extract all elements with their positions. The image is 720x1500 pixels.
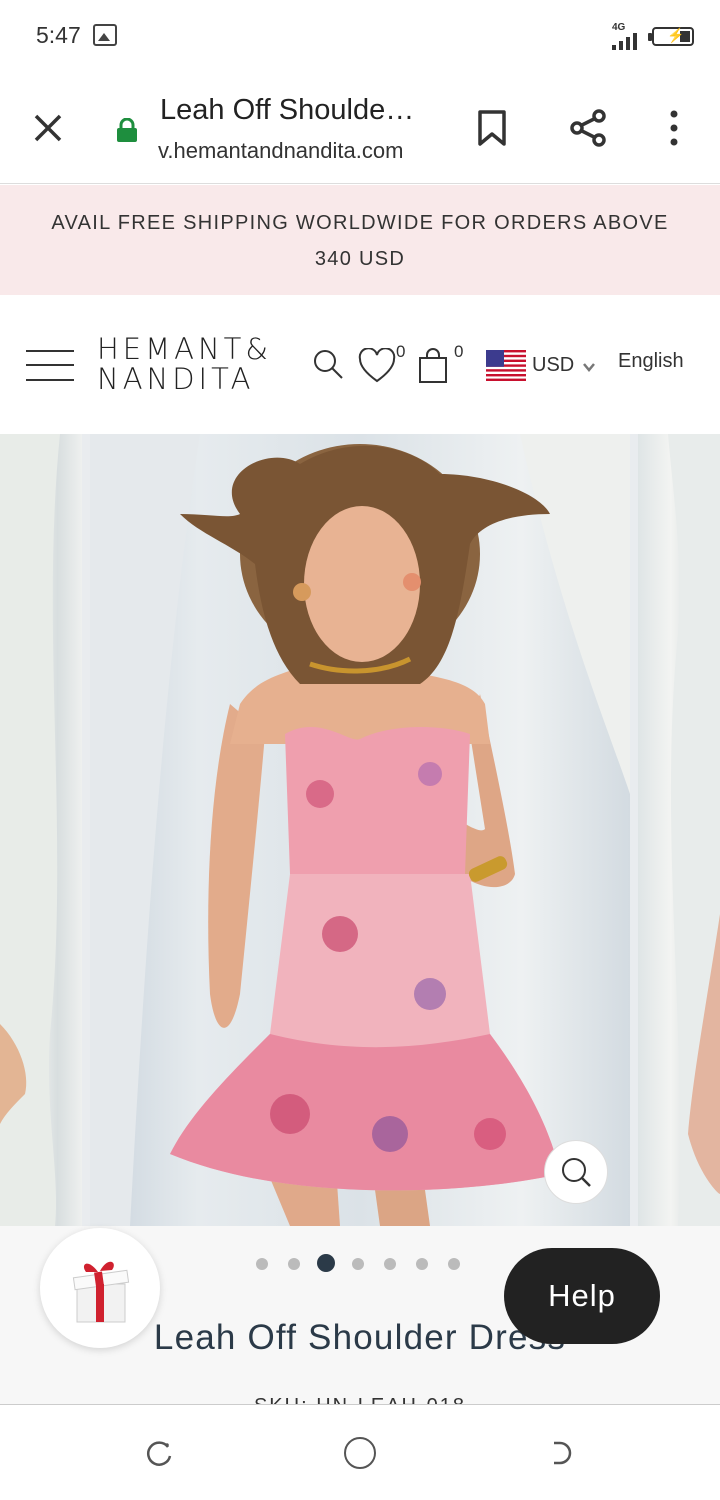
status-time: 5:47 (36, 22, 81, 48)
curtain-image (668, 434, 720, 1226)
logo-line-1: HEMANT& (97, 332, 273, 366)
promo-text: AVAIL FREE SHIPPING WORLDWIDE FOR ORDERS… (51, 212, 669, 270)
recent-apps-icon[interactable] (146, 1439, 174, 1467)
overflow-menu-icon[interactable] (662, 108, 686, 148)
carousel-dot[interactable] (384, 1258, 396, 1270)
signal-icon: 4G (612, 22, 637, 50)
cart-count: 0 (454, 342, 464, 361)
page-title: Leah Off Shoulde… (160, 94, 415, 126)
gift-button[interactable] (40, 1228, 160, 1348)
carousel-dot[interactable] (317, 1254, 335, 1272)
browser-toolbar: Leah Off Shoulde… v.hemantandnandita.com (0, 72, 720, 184)
carousel-dot[interactable] (288, 1258, 300, 1270)
previous-slide-image[interactable] (0, 434, 82, 1226)
product-main-image[interactable] (90, 434, 630, 1226)
zoom-button[interactable] (544, 1140, 608, 1204)
help-button[interactable]: Help (504, 1248, 660, 1344)
carousel-dot[interactable] (448, 1258, 460, 1270)
search-icon[interactable] (312, 348, 344, 380)
lock-icon (117, 118, 137, 142)
bookmark-icon[interactable] (474, 108, 510, 148)
page-url[interactable]: v.hemantandnandita.com (158, 138, 438, 164)
heart-icon (358, 348, 396, 383)
system-navigation-bar (0, 1404, 720, 1500)
product-sku: SKU: HN-LEAH-018 (0, 1392, 720, 1404)
share-icon[interactable] (568, 108, 608, 148)
shopping-bag-icon (419, 348, 447, 383)
promo-banner: AVAIL FREE SHIPPING WORLDWIDE FOR ORDERS… (0, 185, 720, 295)
model-photo (90, 434, 630, 1226)
back-icon[interactable] (546, 1439, 574, 1467)
wishlist-button[interactable]: 0 (358, 342, 410, 386)
site-logo[interactable]: HEMANT& NANDITA (97, 334, 272, 394)
next-slide-image[interactable] (638, 434, 720, 1226)
carousel-dot[interactable] (256, 1258, 268, 1270)
carousel-dot[interactable] (352, 1258, 364, 1270)
curtain-image (0, 434, 60, 1226)
carousel-dot[interactable] (416, 1258, 428, 1270)
us-flag-icon (486, 350, 526, 381)
close-icon[interactable] (28, 108, 68, 148)
gallery-notification-icon (93, 24, 117, 46)
chevron-down-icon (583, 363, 595, 372)
site-header: HEMANT& NANDITA 0 0 USD English (0, 296, 720, 434)
wishlist-count: 0 (396, 342, 406, 361)
gift-icon (72, 1261, 130, 1323)
hamburger-menu-icon[interactable] (26, 348, 74, 382)
language-selector[interactable]: English (618, 350, 684, 373)
zoom-icon (562, 1158, 591, 1187)
currency-label: USD (532, 354, 575, 376)
network-type-label: 4G (612, 22, 626, 33)
currency-selector[interactable]: USD (486, 350, 602, 382)
cart-button[interactable]: 0 (418, 342, 470, 386)
product-image-carousel[interactable] (0, 434, 720, 1226)
status-bar: 5:47 4G ⚡ (0, 0, 720, 72)
logo-line-2: NANDITA (97, 362, 255, 396)
home-icon[interactable] (344, 1437, 376, 1469)
battery-icon: ⚡ (648, 27, 694, 46)
